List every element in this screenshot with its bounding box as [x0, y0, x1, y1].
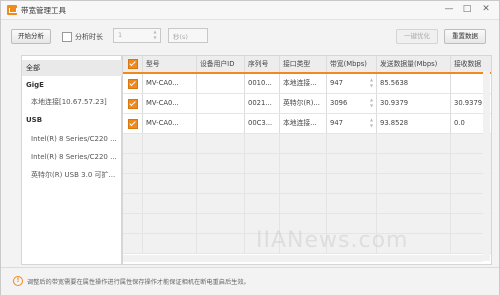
empty-row	[123, 154, 491, 174]
device-tree: 全部 GigE 本地连接[10.67.57.23] USB Intel(R) 8…	[21, 55, 125, 265]
col-model[interactable]: 型号	[143, 56, 197, 72]
one-click-optimize-button[interactable]: 一键优化	[396, 29, 438, 44]
watermark: IIANews.com	[256, 228, 409, 253]
duration-value: 1	[118, 31, 123, 39]
start-analysis-button[interactable]: 开始分析	[11, 29, 51, 44]
cell-send-rate: 85.5638	[377, 74, 451, 93]
row-select-cell[interactable]	[123, 114, 143, 133]
tree-item-usb-controller-2[interactable]: Intel(R) 8 Series/C220 ...	[22, 149, 130, 165]
spin-arrows-icon[interactable]: ▲ ▼	[151, 29, 159, 42]
status-bar: ! 调整后的带宽需要在属性操作进行属性保存操作才能保证相机在断电重启后生效。	[1, 267, 499, 295]
bandwidth-cell[interactable]: 947 ▲ ▼	[327, 114, 377, 133]
tree-item-all[interactable]: 全部	[22, 60, 125, 76]
table-row[interactable]: MV-CA0... 00C3... 本地连接... 947 ▲ ▼ 93.8528 …	[123, 114, 491, 134]
cell-interface: 英特尔(R)...	[280, 94, 327, 113]
table-row[interactable]: MV-CA0... 0010... 本地连接... 947 ▲ ▼ 85.5638	[123, 74, 491, 94]
cell-bandwidth: 947	[330, 119, 343, 127]
cell-serial: 00C3...	[245, 114, 280, 133]
bandwidth-stepper-icon[interactable]: ▲ ▼	[369, 77, 374, 90]
cell-serial: 0010...	[245, 74, 280, 93]
empty-row	[123, 194, 491, 214]
cell-user-id	[197, 94, 245, 113]
duration-label: 分析时长	[75, 33, 103, 41]
info-icon: !	[13, 276, 23, 286]
cell-bandwidth: 947	[330, 79, 343, 87]
tree-item-local-connection[interactable]: 本地连接[10.67.57.23]	[22, 94, 130, 110]
toolbar: 开始分析 分析时长 1 ▲ ▼ 秒(s) 一键优化 重置数据	[1, 21, 499, 51]
cell-interface: 本地连接...	[280, 114, 327, 133]
reset-data-button[interactable]: 重置数据	[444, 29, 486, 44]
bandwidth-manager-window: 带宽管理工具 — □ ✕ 开始分析 分析时长 1 ▲ ▼ 秒(s) 一键优化 重置…	[0, 0, 500, 295]
cell-send-rate: 93.8528	[377, 114, 451, 133]
tree-item-gige[interactable]: GigE	[22, 77, 125, 93]
bandwidth-cell[interactable]: 947 ▲ ▼	[327, 74, 377, 93]
tree-item-usb-controller-3[interactable]: 英特尔(R) USB 3.0 可扩...	[22, 167, 130, 183]
col-bandwidth[interactable]: 带宽(Mbps)	[327, 56, 377, 72]
vertical-scrollbar[interactable]	[483, 71, 490, 261]
col-interface[interactable]: 接口类型	[280, 56, 327, 72]
select-all-checkbox[interactable]	[128, 59, 138, 69]
cell-bandwidth: 3096	[330, 99, 348, 107]
close-button[interactable]: ✕	[478, 3, 494, 16]
bandwidth-stepper-icon[interactable]: ▲ ▼	[369, 117, 374, 130]
tree-item-usb-controller-1[interactable]: Intel(R) 8 Series/C220 ...	[22, 131, 130, 147]
cell-model: MV-CA0...	[143, 74, 197, 93]
duration-checkbox[interactable]	[62, 32, 72, 42]
col-serial[interactable]: 序列号	[245, 56, 280, 72]
bandwidth-cell[interactable]: 3096 ▲ ▼	[327, 94, 377, 113]
window-title: 带宽管理工具	[21, 6, 66, 15]
row-checkbox[interactable]	[128, 99, 138, 109]
table-row[interactable]: MV-CA0... 0021... 英特尔(R)... 3096 ▲ ▼ 30.93…	[123, 94, 491, 114]
col-user-id[interactable]: 设备用户ID	[197, 56, 245, 72]
row-checkbox[interactable]	[128, 79, 138, 89]
row-select-cell[interactable]	[123, 94, 143, 113]
title-bar: 带宽管理工具 — □ ✕	[1, 1, 499, 20]
app-icon	[7, 5, 17, 15]
duration-unit-placeholder: 秒(s)	[173, 33, 188, 41]
status-message: 调整后的带宽需要在属性操作进行属性保存操作才能保证相机在断电重启后生效。	[27, 279, 250, 286]
cell-serial: 0021...	[245, 94, 280, 113]
header-select-cell[interactable]	[123, 56, 143, 72]
cell-send-rate: 30.9379	[377, 94, 451, 113]
row-select-cell[interactable]	[123, 74, 143, 93]
bandwidth-stepper-icon[interactable]: ▲ ▼	[369, 97, 374, 110]
horizontal-scrollbar[interactable]	[123, 255, 483, 262]
minimize-button[interactable]: —	[441, 3, 457, 16]
empty-row	[123, 174, 491, 194]
col-send-rate[interactable]: 发送数据量(Mbps)	[377, 56, 451, 72]
cell-user-id	[197, 114, 245, 133]
duration-spinbox[interactable]: 1 ▲ ▼	[113, 28, 161, 43]
cell-model: MV-CA0...	[143, 114, 197, 133]
cell-interface: 本地连接...	[280, 74, 327, 93]
maximize-button[interactable]: □	[459, 3, 475, 16]
empty-row	[123, 134, 491, 154]
col-receive-rate[interactable]: 接收数据	[451, 56, 491, 72]
row-checkbox[interactable]	[128, 119, 138, 129]
cell-model: MV-CA0...	[143, 94, 197, 113]
table-header: 型号 设备用户ID 序列号 接口类型 带宽(Mbps) 发送数据量(Mbps) …	[123, 56, 491, 74]
cell-user-id	[197, 74, 245, 93]
tree-item-usb[interactable]: USB	[22, 112, 125, 128]
duration-unit-field[interactable]: 秒(s)	[168, 28, 208, 43]
